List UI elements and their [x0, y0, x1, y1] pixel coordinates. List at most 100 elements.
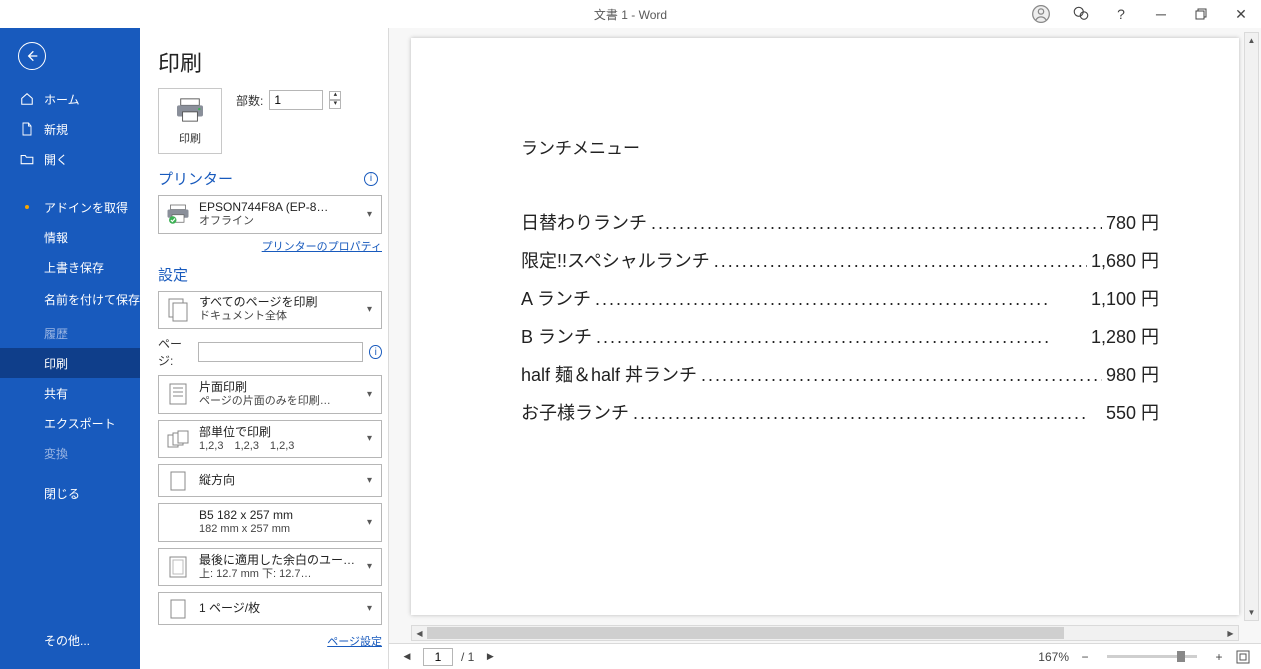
horizontal-scrollbar[interactable]: ◀ ▶ — [411, 625, 1239, 641]
printer-dropdown[interactable]: EPSON744F8A (EP-8…オフライン ▾ — [158, 195, 382, 234]
vertical-scrollbar[interactable]: ▲ ▼ — [1244, 32, 1259, 621]
paper-size-dropdown[interactable]: B5 182 x 257 mm182 mm x 257 mm ▾ — [158, 503, 382, 542]
leader-dots: ........................................… — [595, 289, 1087, 310]
zoom-slider-knob[interactable] — [1177, 651, 1185, 662]
dropdown-line1: 片面印刷 — [199, 380, 359, 395]
menu-item-price: 980 円 — [1106, 361, 1159, 387]
menu-item-price: 1,280 円 — [1091, 323, 1159, 349]
menu-line: A ランチ ..................................… — [521, 285, 1159, 311]
sidebar-item-label: ホーム — [44, 91, 80, 108]
sidebar-item-close[interactable]: 閉じる — [0, 478, 140, 508]
dropdown-line1: B5 182 x 257 mm — [199, 508, 359, 523]
zoom-level: 167% — [1038, 650, 1069, 664]
sidebar-item-label: 履歴 — [44, 325, 68, 342]
sidebar-item-label: 閉じる — [44, 485, 80, 502]
sidebar-item-new[interactable]: 新規 — [0, 114, 140, 144]
sidebar-item-saveas[interactable]: 名前を付けて保存 — [0, 282, 140, 318]
collate-icon — [165, 430, 191, 448]
zoom-slider[interactable] — [1107, 655, 1197, 658]
sidebar-item-other[interactable]: その他... — [0, 625, 140, 655]
print-side-dropdown[interactable]: 片面印刷ページの片面のみを印刷… ▾ — [158, 375, 382, 414]
window-title: 文書 1 - Word — [594, 6, 667, 23]
sidebar-item-info[interactable]: 情報 — [0, 222, 140, 252]
spinner-down-icon[interactable]: ▾ — [329, 100, 341, 109]
chevron-down-icon: ▾ — [367, 433, 377, 444]
sidebar-item-home[interactable]: ホーム — [0, 84, 140, 114]
margins-dropdown[interactable]: 最後に適用した余白のユー…上: 12.7 mm 下: 12.7… ▾ — [158, 548, 382, 587]
current-page-input[interactable] — [423, 648, 453, 666]
print-button[interactable]: 印刷 — [158, 88, 222, 154]
fit-page-icon[interactable] — [1235, 649, 1251, 665]
pages-per-sheet-dropdown[interactable]: 1 ページ/枚 ▾ — [158, 592, 382, 625]
sidebar-item-label: その他... — [44, 632, 90, 649]
sidebar-item-export[interactable]: エクスポート — [0, 408, 140, 438]
leader-dots: ........................................… — [596, 327, 1087, 348]
sidebar-item-label: エクスポート — [44, 415, 116, 432]
dropdown-line1: 最後に適用した余白のユー… — [199, 553, 359, 568]
prev-page-icon[interactable]: ◀ — [399, 649, 415, 665]
menu-item-name: half 麺＆half 丼ランチ — [521, 361, 697, 387]
scroll-right-icon[interactable]: ▶ — [1223, 626, 1238, 640]
menu-item-name: B ランチ — [521, 323, 592, 349]
maximize-restore-icon[interactable] — [1181, 0, 1221, 28]
one-per-sheet-icon — [165, 599, 191, 619]
back-button[interactable] — [18, 42, 46, 70]
help-icon[interactable]: ? — [1101, 0, 1141, 28]
sidebar-item-label: 上書き保存 — [44, 259, 104, 276]
dropdown-line2: 1,2,3 1,2,3 1,2,3 — [199, 440, 359, 454]
next-page-icon[interactable]: ▶ — [482, 649, 498, 665]
sidebar-item-share[interactable]: 共有 — [0, 378, 140, 408]
menu-line: B ランチ ..................................… — [521, 323, 1159, 349]
copies-input[interactable] — [269, 90, 323, 110]
menu-item-name: 限定!!スペシャルランチ — [521, 247, 710, 273]
sidebar-item-label: 共有 — [44, 385, 68, 402]
close-icon[interactable]: ✕ — [1221, 0, 1261, 28]
print-settings-panel: 印刷 印刷 部数: ▴▾ プリンター i EPSON744F8A (EP-8…オ… — [140, 28, 388, 669]
bullet-icon — [25, 205, 29, 209]
dropdown-line2: 182 mm x 257 mm — [199, 523, 359, 537]
minimize-icon[interactable]: ─ — [1141, 0, 1181, 28]
backstage-sidebar: ホーム 新規 開く アドインを取得 情報 上書き保存 名前を付けて保存 履歴 印… — [0, 28, 140, 669]
info-icon[interactable]: i — [364, 172, 378, 186]
sidebar-item-addins[interactable]: アドインを取得 — [0, 192, 140, 222]
sidebar-item-save[interactable]: 上書き保存 — [0, 252, 140, 282]
home-icon — [20, 92, 34, 106]
new-doc-icon — [20, 122, 34, 136]
pages-input[interactable] — [198, 342, 363, 362]
account-icon[interactable] — [1021, 0, 1061, 28]
page-setup-link[interactable]: ページ設定 — [327, 636, 382, 648]
margins-icon — [165, 556, 191, 578]
menu-item-name: お子様ランチ — [521, 399, 629, 425]
copies-label: 部数: — [236, 92, 263, 109]
menu-line: half 麺＆half 丼ランチ .......................… — [521, 361, 1159, 387]
print-scope-dropdown[interactable]: すべてのページを印刷ドキュメント全体 ▾ — [158, 291, 382, 330]
zoom-in-button[interactable]: + — [1211, 649, 1227, 665]
leader-dots: ........................................… — [701, 365, 1102, 386]
pages-all-icon — [165, 298, 191, 322]
scroll-left-icon[interactable]: ◀ — [412, 626, 427, 640]
orientation-dropdown[interactable]: 縦方向 ▾ — [158, 464, 382, 497]
sidebar-item-open[interactable]: 開く — [0, 144, 140, 174]
sidebar-item-label: 新規 — [44, 121, 68, 138]
chevron-down-icon: ▾ — [367, 561, 377, 572]
printer-properties-link[interactable]: プリンターのプロパティ — [262, 241, 382, 253]
printer-status: オフライン — [199, 215, 359, 229]
sidebar-item-label: アドインを取得 — [44, 199, 128, 216]
copies-spinner[interactable]: ▴▾ — [329, 91, 341, 109]
face-feedback-icon[interactable] — [1061, 0, 1101, 28]
zoom-out-button[interactable]: − — [1077, 649, 1093, 665]
total-pages: / 1 — [461, 650, 474, 664]
menu-item-price: 780 円 — [1106, 209, 1159, 235]
spinner-up-icon[interactable]: ▴ — [329, 91, 341, 100]
sidebar-item-print[interactable]: 印刷 — [0, 348, 140, 378]
sidebar-item-transform: 変換 — [0, 438, 140, 468]
scroll-up-icon[interactable]: ▲ — [1245, 33, 1258, 48]
info-icon[interactable]: i — [369, 345, 382, 359]
settings-section-heading: 設定 — [158, 264, 188, 285]
menu-line: 日替わりランチ ................................… — [521, 209, 1159, 235]
sidebar-item-label: 印刷 — [44, 355, 68, 372]
scroll-down-icon[interactable]: ▼ — [1245, 605, 1258, 620]
sidebar-item-label: 名前を付けて保存 — [44, 293, 140, 307]
scrollbar-thumb[interactable] — [427, 627, 1064, 639]
collate-dropdown[interactable]: 部単位で印刷1,2,3 1,2,3 1,2,3 ▾ — [158, 420, 382, 459]
